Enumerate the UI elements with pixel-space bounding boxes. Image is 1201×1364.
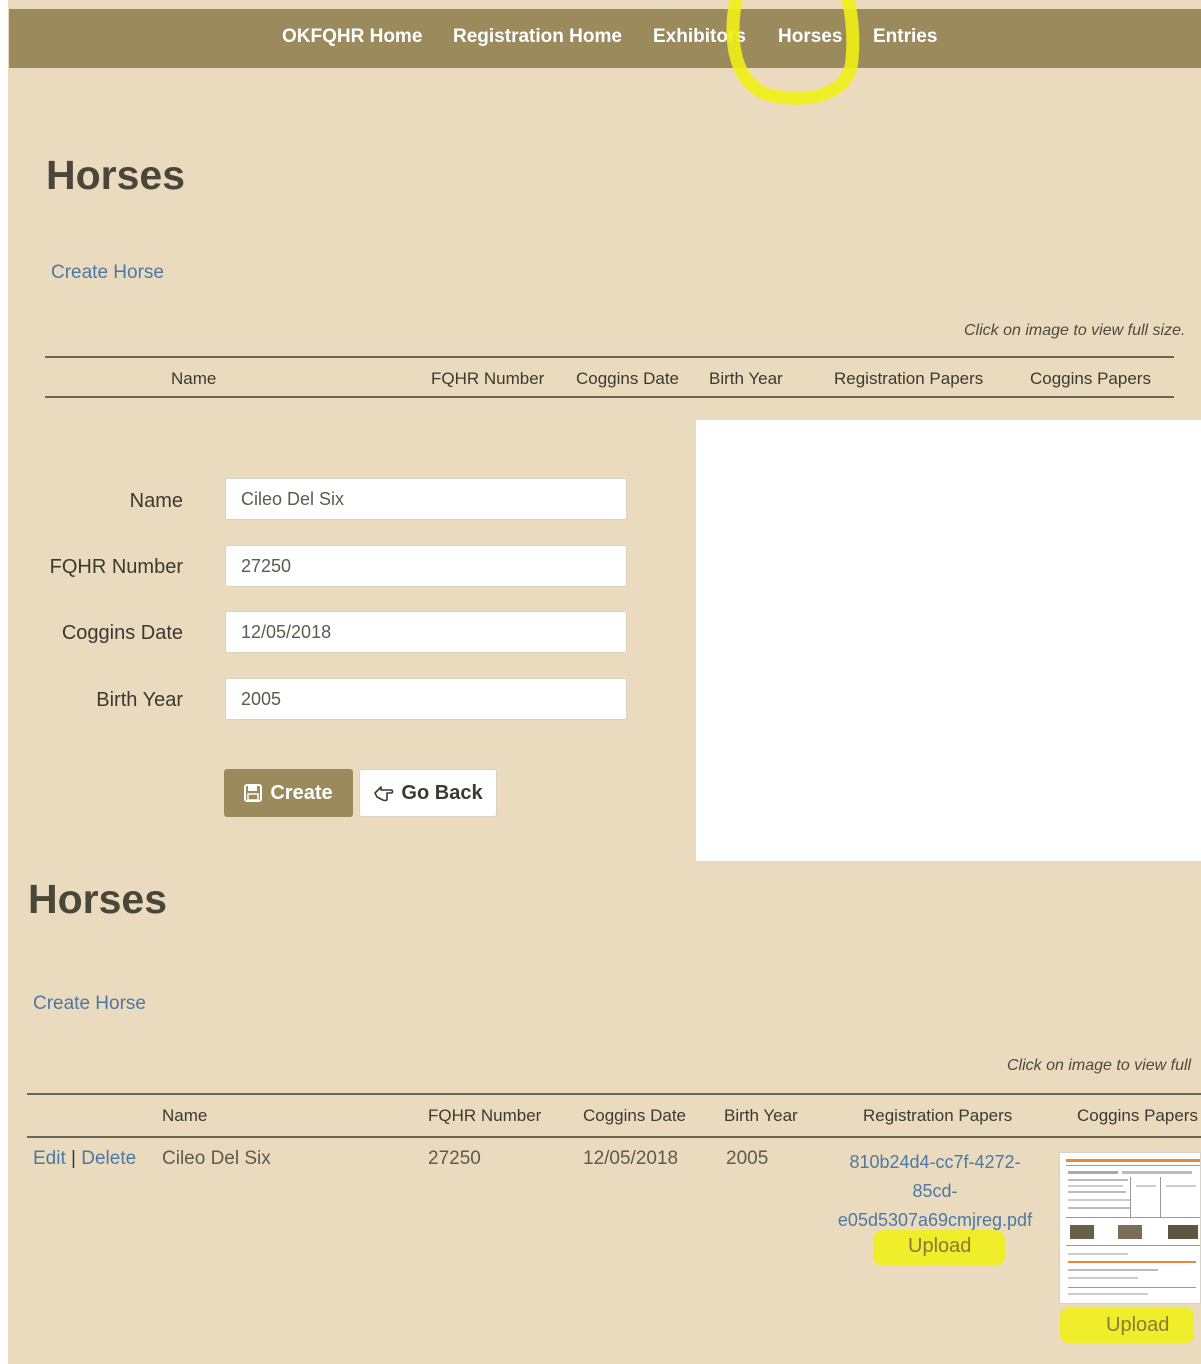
name-input[interactable] xyxy=(225,478,627,520)
page-title-bottom: Horses xyxy=(28,876,168,922)
registration-papers-link[interactable]: 810b24d4-cc7f-4272- 85cd- e05d5307a69cmj… xyxy=(826,1148,1044,1235)
hand-pointer-icon xyxy=(374,786,394,802)
coggins-upload-link[interactable]: Upload xyxy=(1106,1314,1169,1337)
column-header-registration-papers: Registration Papers xyxy=(863,1106,1013,1125)
column-header-birth-year: Birth Year xyxy=(724,1106,798,1125)
page-title: Horses xyxy=(46,152,186,198)
document-thumbnail-image xyxy=(1066,1159,1200,1295)
cell-fqhr-number: 27250 xyxy=(428,1148,481,1169)
coggins-date-input[interactable] xyxy=(225,611,627,653)
table-header-top-rule xyxy=(45,356,1174,358)
column-header-birth-year: Birth Year xyxy=(709,369,783,388)
coggins-papers-thumbnail[interactable] xyxy=(1059,1152,1201,1304)
birth-year-input[interactable] xyxy=(225,678,627,720)
image-hint-text-bottom: Click on image to view full xyxy=(1007,1057,1192,1074)
reg-file-line-1: 810b24d4-cc7f-4272- xyxy=(849,1152,1021,1172)
floppy-disk-icon xyxy=(244,784,263,802)
table-header-bottom-rule-bottom xyxy=(27,1136,1201,1138)
column-header-name: Name xyxy=(162,1106,208,1125)
left-edge xyxy=(0,0,8,1364)
column-header-coggins-date: Coggins Date xyxy=(583,1106,687,1125)
birth-year-label: Birth Year xyxy=(96,689,183,711)
reg-file-line-2: 85cd- xyxy=(912,1181,958,1201)
table-row-actions: Edit | Delete xyxy=(33,1148,136,1170)
go-back-button[interactable]: Go Back xyxy=(359,769,497,817)
highlight-circle-annotation xyxy=(726,0,860,105)
column-header-coggins-papers: Coggins Papers xyxy=(1030,369,1151,388)
cell-name: Cileo Del Six xyxy=(162,1148,271,1169)
go-back-button-label: Go Back xyxy=(401,781,483,804)
fqhr-number-label: FQHR Number xyxy=(49,556,183,578)
column-header-coggins-papers: Coggins Papers xyxy=(1077,1106,1198,1125)
fqhr-number-input[interactable] xyxy=(225,545,627,587)
column-header-fqhr-number: FQHR Number xyxy=(428,1106,542,1125)
coggins-date-label: Coggins Date xyxy=(61,622,183,644)
create-horse-link-bottom[interactable]: Create Horse xyxy=(33,993,146,1015)
create-button[interactable]: Create xyxy=(224,769,353,817)
cell-coggins-date: 12/05/2018 xyxy=(583,1148,679,1169)
cell-birth-year: 2005 xyxy=(726,1148,769,1169)
table-header-bottom-rule xyxy=(45,396,1174,398)
image-hint-text: Click on image to view full size. xyxy=(964,322,1186,339)
blank-area xyxy=(696,420,1201,861)
action-separator: | xyxy=(71,1148,76,1169)
table-header-top-rule-bottom xyxy=(27,1093,1201,1095)
column-header-registration-papers: Registration Papers xyxy=(834,369,984,388)
nav-okfqhr-home[interactable]: OKFQHR Home xyxy=(282,26,422,48)
edit-link[interactable]: Edit xyxy=(33,1148,66,1169)
create-button-label: Create xyxy=(270,781,333,804)
column-header-fqhr-number: FQHR Number xyxy=(431,369,545,388)
nav-registration-home[interactable]: Registration Home xyxy=(453,26,622,48)
column-header-name: Name xyxy=(171,369,217,388)
registration-upload-link[interactable]: Upload xyxy=(908,1235,971,1258)
name-label: Name xyxy=(129,490,183,512)
create-horse-link[interactable]: Create Horse xyxy=(51,262,164,284)
nav-entries[interactable]: Entries xyxy=(873,26,937,48)
column-header-coggins-date: Coggins Date xyxy=(576,369,680,388)
delete-link[interactable]: Delete xyxy=(81,1148,136,1169)
